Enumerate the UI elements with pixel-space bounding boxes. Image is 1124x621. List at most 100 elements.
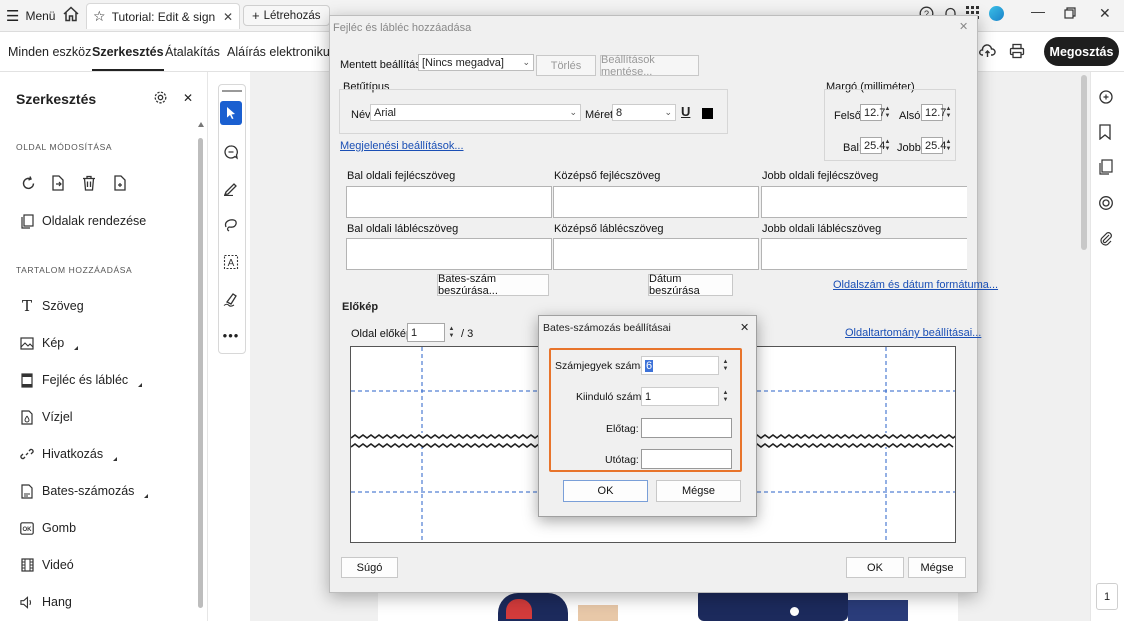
- left-header-textbox[interactable]: [346, 186, 552, 218]
- save-settings-button[interactable]: Beállítások mentése...: [600, 54, 699, 78]
- insert-bates-button[interactable]: Bates-szám beszúrása...: [437, 273, 549, 297]
- margin-left-field[interactable]: 25.4: [860, 137, 885, 154]
- settings-gear-icon[interactable]: [153, 90, 168, 108]
- right-header-textbox[interactable]: [761, 186, 967, 218]
- bookmarks-rail-icon[interactable]: [1098, 124, 1114, 143]
- watermark-label: Vízjel: [42, 410, 73, 424]
- dialog-ok-button[interactable]: OK: [846, 557, 904, 578]
- margin-left-stepper[interactable]: ▲ ▼: [882, 137, 893, 154]
- image-icon: [20, 335, 34, 351]
- bates-cancel-button[interactable]: Mégse: [656, 480, 741, 502]
- bates-close-icon[interactable]: ✕: [740, 321, 749, 334]
- margin-bottom-field[interactable]: 12.7: [921, 104, 946, 121]
- add-image-item[interactable]: Kép: [20, 335, 79, 351]
- link-item[interactable]: Hivatkozás: [20, 446, 118, 462]
- left-footer-textbox[interactable]: [346, 238, 552, 270]
- margin-right-label: Jobb:: [897, 142, 924, 154]
- comment-tool-icon[interactable]: [220, 140, 242, 164]
- document-tab[interactable]: ☆ Tutorial: Edit & sign ... ✕: [86, 3, 240, 29]
- star-icon[interactable]: ☆: [93, 8, 106, 25]
- arrange-pages-item[interactable]: Oldalak rendezése: [20, 213, 146, 229]
- start-number-stepper[interactable]: ▲ ▼: [720, 387, 731, 406]
- page-number-date-format-link[interactable]: Oldalszám és dátum formátuma...: [833, 279, 998, 291]
- right-footer-textbox[interactable]: [761, 238, 967, 270]
- video-item[interactable]: Videó: [20, 557, 74, 573]
- font-size-select[interactable]: 8 ⌄: [612, 104, 676, 121]
- trash-icon[interactable]: [82, 175, 96, 194]
- bates-numbering-item[interactable]: Bates-számozás: [20, 483, 149, 499]
- tools-drag-handle[interactable]: [222, 90, 242, 92]
- text-icon: T: [21, 297, 32, 315]
- center-footer-textbox[interactable]: [553, 238, 759, 270]
- margin-right-stepper[interactable]: ▲ ▼: [943, 137, 954, 154]
- dialog-cancel-button[interactable]: Mégse: [908, 557, 966, 578]
- draw-lasso-icon[interactable]: [220, 213, 242, 237]
- underline-icon[interactable]: U: [681, 104, 690, 119]
- select-tool-icon[interactable]: [220, 101, 242, 125]
- header-footer-item[interactable]: Fejléc és lábléc: [20, 372, 143, 388]
- start-number-field[interactable]: 1: [641, 387, 719, 406]
- extract-page-icon[interactable]: [51, 175, 65, 194]
- print-icon[interactable]: [1009, 43, 1025, 62]
- help-button[interactable]: Súgó: [341, 557, 398, 578]
- close-tab-icon[interactable]: ✕: [223, 10, 233, 24]
- appearance-options-link[interactable]: Megjelenési beállítások...: [340, 140, 464, 152]
- preview-label: Előkép: [342, 301, 379, 313]
- tab-all-tools[interactable]: Minden eszköz: [8, 45, 91, 59]
- font-size-value: 8: [616, 106, 623, 119]
- left-panel-scrollbar[interactable]: [198, 118, 204, 618]
- saved-settings-select[interactable]: [Nincs megadva] ⌄: [418, 54, 534, 71]
- page-range-options-link[interactable]: Oldaltartomány beállításai...: [845, 327, 981, 339]
- rotate-icon[interactable]: [21, 176, 36, 194]
- more-tools-icon[interactable]: •••: [220, 323, 242, 347]
- dialog-close-icon[interactable]: ✕: [959, 20, 968, 33]
- pages-rail-icon[interactable]: [1098, 159, 1114, 178]
- sign-tool-icon[interactable]: [220, 287, 242, 311]
- page-preview-stepper[interactable]: ▲ ▼: [446, 323, 457, 342]
- document-scrollbar[interactable]: [1080, 75, 1088, 255]
- share-button[interactable]: Megosztás: [1044, 37, 1119, 66]
- bates-ok-button[interactable]: OK: [563, 480, 648, 502]
- text-box-icon[interactable]: A: [220, 250, 242, 274]
- font-color-swatch[interactable]: [702, 108, 713, 119]
- margin-bottom-stepper[interactable]: ▲ ▼: [943, 104, 954, 121]
- tab-title: Tutorial: Edit & sign ...: [111, 9, 217, 24]
- menu-button[interactable]: ☰ Menü: [6, 6, 55, 26]
- digits-stepper[interactable]: ▲ ▼: [720, 356, 731, 375]
- add-text-item[interactable]: T Szöveg: [20, 297, 84, 315]
- cloud-upload-icon[interactable]: [979, 42, 996, 62]
- comments-rail-icon[interactable]: [1098, 89, 1114, 108]
- page-preview-field[interactable]: 1: [407, 323, 445, 342]
- home-icon[interactable]: [62, 5, 80, 26]
- margin-top-field[interactable]: 12.7: [860, 104, 885, 121]
- margin-right-field[interactable]: 25.4: [921, 137, 946, 154]
- insert-page-icon[interactable]: [113, 175, 127, 194]
- center-header-textbox[interactable]: [553, 186, 759, 218]
- prefix-field[interactable]: [641, 418, 732, 438]
- close-panel-icon[interactable]: ✕: [183, 91, 193, 105]
- new-tab-button[interactable]: + Létrehozás: [243, 5, 330, 26]
- plus-icon: +: [252, 8, 260, 23]
- tab-convert[interactable]: Átalakítás: [165, 45, 220, 59]
- page-number-indicator[interactable]: 1: [1096, 583, 1118, 610]
- attachments-rail-icon[interactable]: [1098, 230, 1114, 249]
- dialog-title: Fejléc és lábléc hozzáadása: [333, 22, 472, 34]
- insert-date-button[interactable]: Dátum beszúrása: [648, 273, 733, 297]
- chevron-down-icon: ⌄: [522, 57, 530, 67]
- tab-edit[interactable]: Szerkesztés: [92, 45, 164, 71]
- avatar[interactable]: [989, 6, 1004, 21]
- close-window-icon[interactable]: ✕: [1099, 5, 1111, 22]
- suffix-field[interactable]: [641, 449, 732, 469]
- digits-field[interactable]: 6: [641, 356, 719, 375]
- margin-top-stepper[interactable]: ▲ ▼: [882, 104, 893, 121]
- font-name-select[interactable]: Arial ⌄: [370, 104, 581, 121]
- layers-rail-icon[interactable]: [1098, 195, 1114, 214]
- audio-item[interactable]: Hang: [20, 594, 72, 610]
- highlight-pen-icon[interactable]: [220, 176, 242, 200]
- submenu-indicator-icon: [74, 346, 79, 350]
- button-item[interactable]: OK Gomb: [20, 520, 76, 536]
- restore-icon[interactable]: [1064, 6, 1076, 22]
- watermark-item[interactable]: Vízjel: [20, 409, 73, 425]
- minimize-icon[interactable]: —: [1031, 3, 1045, 19]
- delete-settings-button[interactable]: Törlés: [536, 55, 596, 76]
